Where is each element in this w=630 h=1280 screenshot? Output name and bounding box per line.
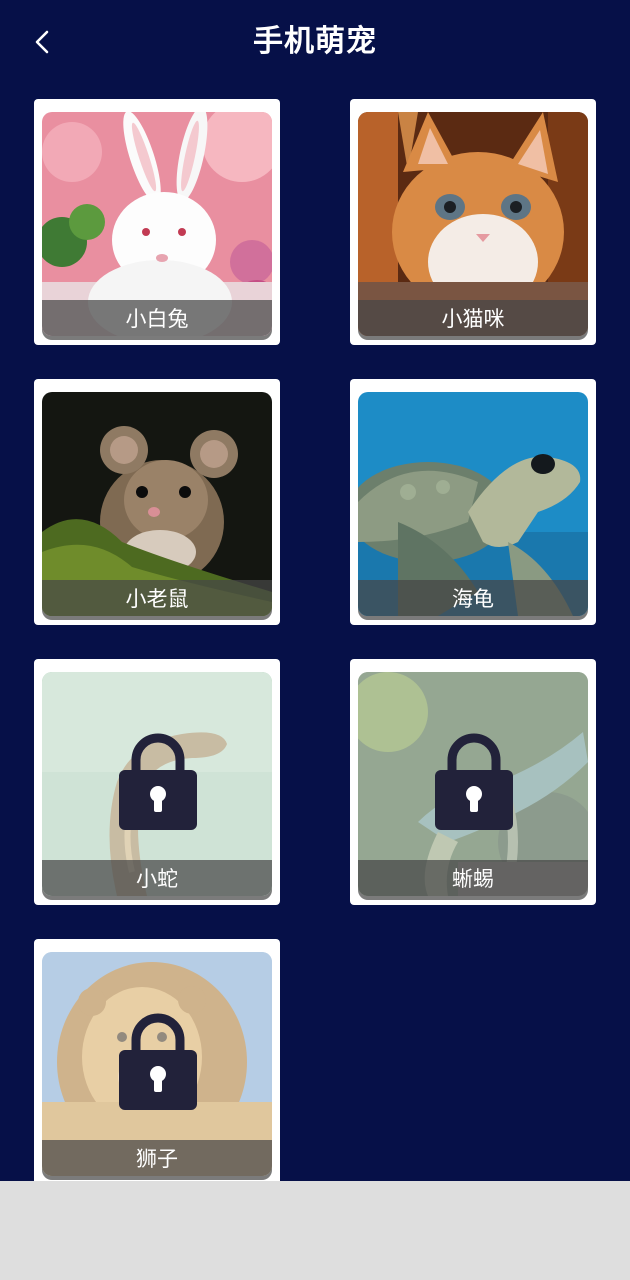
padlock-icon — [119, 733, 197, 830]
pet-photo: 蜥蜴 — [358, 672, 588, 896]
pet-photo: 小老鼠 — [42, 392, 272, 616]
pet-card-snake[interactable]: 小蛇 — [34, 659, 280, 905]
padlock-icon — [435, 733, 513, 830]
pet-card-rabbit[interactable]: 小白兔 — [34, 99, 280, 345]
header: 手机萌宠 — [0, 0, 630, 86]
pet-photo: 小蛇 — [42, 672, 272, 896]
pet-photo: 小猫咪 — [358, 112, 588, 336]
page-title: 手机萌宠 — [253, 24, 377, 59]
pet-name-label: 狮子 — [42, 1140, 272, 1176]
pet-name-label: 小蛇 — [42, 860, 272, 896]
pet-name-label: 小白兔 — [42, 300, 272, 336]
pet-photo: 海龟 — [358, 392, 588, 616]
pet-name-label: 小老鼠 — [42, 580, 272, 616]
pet-card-lizard[interactable]: 蜥蜴 — [350, 659, 596, 905]
pet-name-label: 海龟 — [358, 580, 588, 616]
pet-card-mouse[interactable]: 小老鼠 — [34, 379, 280, 625]
pet-photo: 狮子 — [42, 952, 272, 1176]
pet-name-label: 蜥蜴 — [358, 860, 588, 896]
pet-card-turtle[interactable]: 海龟 — [350, 379, 596, 625]
pet-card-kitten[interactable]: 小猫咪 — [350, 99, 596, 345]
pet-card-lion[interactable]: 狮子 — [34, 939, 280, 1181]
pet-grid: 小白兔 小猫咪 小老鼠 海龟 小蛇 蜥蜴 狮子 — [34, 99, 596, 1181]
app-screen: 手机萌宠 小白兔 小猫咪 小老鼠 海龟 小蛇 蜥蜴 狮子 — [0, 0, 630, 1181]
bottom-area — [0, 1181, 630, 1280]
padlock-icon — [119, 1013, 197, 1110]
pet-name-label: 小猫咪 — [358, 300, 588, 336]
pet-photo: 小白兔 — [42, 112, 272, 336]
